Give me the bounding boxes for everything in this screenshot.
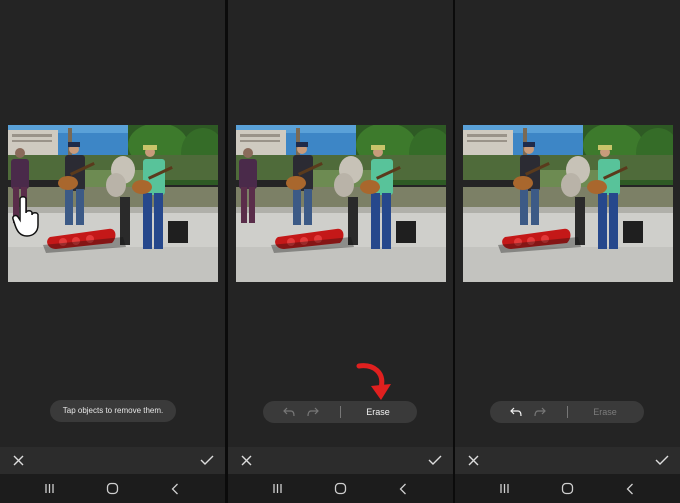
redo-icon[interactable] [534,407,546,417]
panel-step-3: Erase [455,0,680,503]
navigation-bar [455,474,680,503]
close-icon[interactable] [13,455,24,466]
undo-icon[interactable] [510,407,522,417]
recents-icon[interactable] [44,483,55,494]
annotation-arrow-icon [356,363,391,400]
back-icon[interactable] [626,483,634,495]
erase-button[interactable]: Erase [353,401,403,423]
back-icon[interactable] [399,483,407,495]
check-icon[interactable] [200,455,214,466]
action-bar [455,447,680,474]
recents-icon[interactable] [272,483,283,494]
hand-tap-icon [12,196,39,237]
toolbar-divider [340,406,341,418]
hint-pill: Tap objects to remove them. [50,400,176,422]
close-icon[interactable] [241,455,252,466]
toolbar-divider [567,406,568,418]
panel-step-1: Tap objects to remove them. [0,0,225,503]
photo-preview[interactable] [463,125,673,282]
erase-button[interactable]: Erase [580,401,630,423]
home-icon[interactable] [334,482,347,495]
erase-toolbar: Erase [263,401,417,423]
home-icon[interactable] [106,482,119,495]
recents-icon[interactable] [499,483,510,494]
photo-preview[interactable] [236,125,446,282]
back-icon[interactable] [171,483,179,495]
navigation-bar [0,474,225,503]
redo-icon[interactable] [307,407,319,417]
close-icon[interactable] [468,455,479,466]
panel-step-2: Erase [228,0,453,503]
action-bar [0,447,225,474]
check-icon[interactable] [428,455,442,466]
erase-toolbar: Erase [490,401,644,423]
action-bar [228,447,453,474]
undo-icon[interactable] [283,407,295,417]
navigation-bar [228,474,453,503]
check-icon[interactable] [655,455,669,466]
home-icon[interactable] [561,482,574,495]
